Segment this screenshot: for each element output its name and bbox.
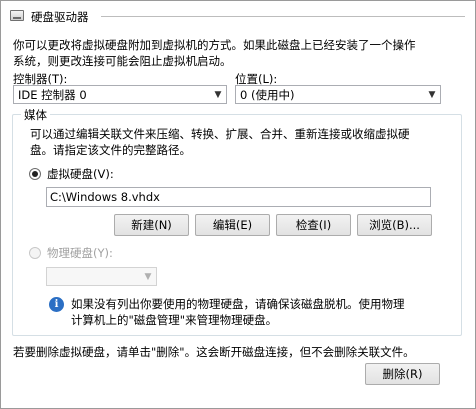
edit-button[interactable]: 编辑(E): [195, 214, 270, 236]
intro-text-line-2: 系统，则更改连接可能会阻止虚拟机启动。: [13, 54, 232, 68]
media-desc-line-1: 可以通过编辑关联文件来压缩、转换、扩展、合并、重新连接或收缩虚拟硬: [30, 127, 410, 141]
hard-drive-icon: [10, 10, 24, 21]
chevron-down-icon[interactable]: ▼: [210, 86, 226, 103]
location-select[interactable]: 0 (使用中) ▼: [235, 85, 441, 104]
remove-instructions: 若要删除虚拟硬盘，请单击"删除"。这会断开磁盘连接，但不会删除关联文件。: [13, 345, 415, 359]
virtual-disk-path-input[interactable]: [47, 188, 430, 206]
header-divider: [101, 16, 465, 17]
new-button[interactable]: 新建(N): [114, 214, 189, 236]
info-text-line-2: 计算机上的"磁盘管理"来管理物理硬盘。: [71, 313, 278, 327]
browse-button[interactable]: 浏览(B)...: [357, 214, 432, 236]
chevron-down-icon[interactable]: ▼: [140, 268, 156, 285]
physical-disk-select[interactable]: ▼: [46, 267, 157, 286]
media-desc-line-2: 盘。请指定该文件的完整路径。: [30, 143, 191, 157]
controller-select-value: IDE 控制器 0: [18, 88, 87, 102]
section-title: 硬盘驱动器: [31, 10, 89, 24]
hard-drive-settings-panel: 硬盘驱动器 你可以更改将虚拟硬盘附加到虚拟机的方式。如果此磁盘上已经安装了一个操…: [0, 0, 476, 409]
info-icon: i: [49, 297, 64, 312]
inspect-button[interactable]: 检查(I): [276, 214, 351, 236]
virtual-disk-radio[interactable]: [29, 168, 41, 180]
virtual-disk-label: 虚拟硬盘(V):: [47, 167, 114, 181]
remove-button[interactable]: 删除(R): [365, 363, 440, 385]
chevron-down-icon[interactable]: ▼: [424, 86, 440, 103]
physical-disk-radio[interactable]: [29, 247, 41, 259]
info-text-line-1: 如果没有列出你要使用的物理硬盘，请确保该磁盘脱机。使用物理: [71, 297, 405, 311]
intro-text-line-1: 你可以更改将虚拟硬盘附加到虚拟机的方式。如果此磁盘上已经安装了一个操作: [13, 38, 416, 52]
controller-select[interactable]: IDE 控制器 0 ▼: [13, 85, 227, 104]
location-select-value: 0 (使用中): [240, 88, 295, 102]
media-group-label: 媒体: [21, 107, 50, 123]
physical-disk-label: 物理硬盘(Y):: [47, 246, 113, 260]
virtual-disk-path-field[interactable]: [46, 187, 431, 207]
